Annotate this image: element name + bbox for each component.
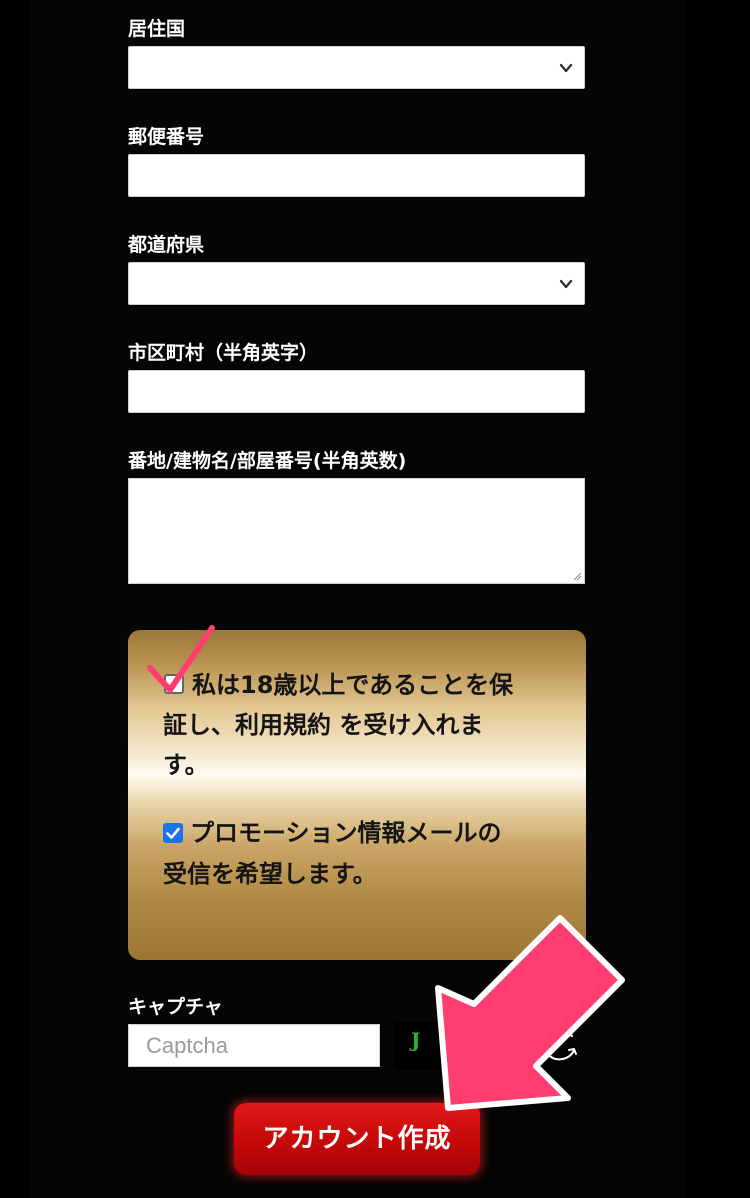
refresh-icon[interactable] — [542, 1028, 582, 1064]
promo-email-text-line2: 受信を希望します。 — [163, 860, 377, 888]
captcha-label: キャプチャ — [128, 996, 223, 1018]
captcha-image: J — [395, 1022, 545, 1070]
captcha-input[interactable]: Captcha — [128, 1024, 380, 1067]
prefecture-label: 都道府県 — [128, 234, 205, 256]
age-consent-text-line2: 証し、利用規約 を受け入れま — [163, 711, 484, 739]
chevron-down-icon — [559, 279, 573, 289]
address-label: 番地/建物名/部屋番号(半角英数) — [128, 450, 407, 472]
checkmark-icon — [166, 827, 180, 839]
promo-email-checkbox[interactable] — [163, 823, 183, 843]
consent-box: 私は18歳以上であることを保 証し、利用規約 を受け入れま す。 プロモーション… — [128, 630, 586, 960]
chevron-down-icon — [559, 63, 573, 73]
postal-label: 郵便番号 — [128, 126, 205, 148]
resize-grip-icon[interactable] — [572, 571, 582, 581]
postal-input[interactable] — [128, 154, 585, 197]
create-account-button[interactable]: アカウント作成 — [234, 1103, 480, 1175]
captcha-image-text: J — [411, 1028, 421, 1052]
country-select[interactable] — [128, 46, 585, 89]
city-input[interactable] — [128, 370, 585, 413]
promo-email-text-line1: プロモーション情報メールの — [190, 819, 502, 847]
city-label: 市区町村（半角英字） — [128, 342, 319, 364]
registration-page: 居住国 郵便番号 都道府県 市区町村（半角英字） 番地/建物名/部屋番号(半角英… — [0, 0, 750, 1198]
age-consent-text-line1: 私は18歳以上であることを保 — [192, 671, 514, 699]
address-textarea[interactable] — [128, 478, 585, 584]
captcha-placeholder: Captcha — [146, 1033, 228, 1058]
age-consent-text-line3: す。 — [163, 751, 209, 779]
prefecture-select[interactable] — [128, 262, 585, 305]
age-consent-checkbox[interactable] — [164, 674, 184, 694]
country-label: 居住国 — [128, 18, 186, 40]
